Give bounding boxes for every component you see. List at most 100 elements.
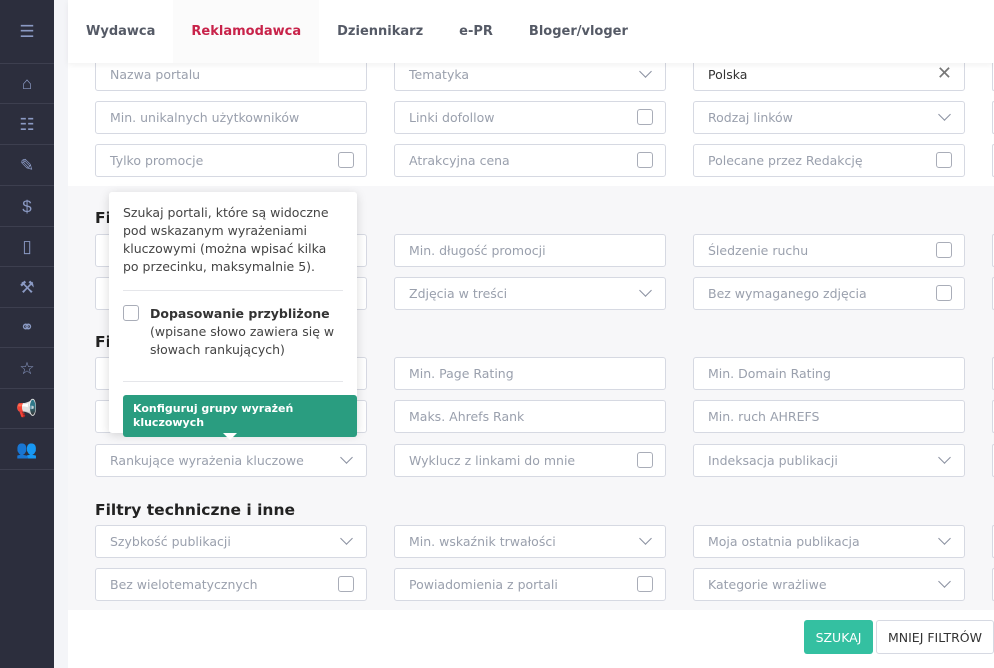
field-placeholder: Tematyka bbox=[409, 67, 470, 82]
home-nav[interactable]: ⌂ bbox=[0, 64, 54, 104]
checkbox[interactable] bbox=[637, 576, 653, 592]
clipboard-nav[interactable]: ▯ bbox=[0, 227, 54, 267]
filter-field[interactable]: Atrakcyjna cena bbox=[394, 144, 666, 177]
edit-nav[interactable]: ✎ bbox=[0, 146, 54, 186]
chevron-down-icon bbox=[639, 65, 652, 78]
field-placeholder: Polecane przez Redakcję bbox=[708, 153, 863, 168]
checkbox[interactable] bbox=[936, 152, 952, 168]
tab-wydawca[interactable]: Wydawca bbox=[68, 0, 173, 63]
filter-field[interactable]: Min. wskaźnik trwałości bbox=[394, 525, 666, 558]
chevron-down-icon bbox=[938, 451, 951, 464]
chevron-down-icon bbox=[639, 284, 652, 297]
filter-field[interactable]: Śledzenie ruchu bbox=[693, 234, 965, 267]
filter-field[interactable]: Bez wymaganego zdjęcia bbox=[693, 277, 965, 310]
field-placeholder: Szybkość publikacji bbox=[110, 534, 231, 549]
filter-field[interactable]: Polecane przez Redakcję bbox=[693, 144, 965, 177]
filter-field[interactable]: Min. ruch AHREFS bbox=[693, 400, 965, 433]
field-value: Polska bbox=[708, 67, 748, 82]
magic-wand-nav[interactable]: ⚒ bbox=[0, 268, 54, 308]
option-title: Dopasowanie przybliżone bbox=[150, 306, 330, 321]
chevron-down-icon bbox=[639, 532, 652, 545]
chevron-down-icon bbox=[938, 575, 951, 588]
option-desc: (wpisane słowo zawiera się w słowach ran… bbox=[150, 324, 335, 357]
field-placeholder: Zdjęcia w treści bbox=[409, 286, 508, 301]
field-placeholder: Śledzenie ruchu bbox=[708, 243, 809, 258]
megaphone-icon: 📢 bbox=[16, 398, 38, 418]
checkbox[interactable] bbox=[637, 109, 653, 125]
field-placeholder: Powiadomienia z portali bbox=[409, 577, 558, 592]
field-placeholder: Min. długość promocji bbox=[409, 243, 546, 258]
keyword-tooltip: Szukaj portali, które są widoczne pod ws… bbox=[109, 192, 357, 440]
menu-icon: ☰ bbox=[19, 21, 35, 41]
field-placeholder: Min. Domain Rating bbox=[708, 366, 831, 381]
field-placeholder: Rodzaj linków bbox=[708, 110, 793, 125]
tab-blogervloger[interactable]: Bloger/vloger bbox=[511, 0, 646, 63]
magic-wand-icon: ⚒ bbox=[19, 277, 35, 297]
filter-field[interactable]: Szybkość publikacji bbox=[95, 525, 367, 558]
filter-field[interactable]: Wyklucz z linkami do mnie bbox=[394, 444, 666, 477]
menu-nav[interactable]: ☰ bbox=[0, 0, 54, 64]
field-placeholder: Min. wskaźnik trwałości bbox=[409, 534, 556, 549]
tabs: Wydawca Reklamodawca Dziennikarz e-PR Bloger… bbox=[68, 0, 994, 63]
checkbox[interactable] bbox=[637, 152, 653, 168]
invoice-nav[interactable]: $ bbox=[0, 187, 54, 227]
checkbox[interactable] bbox=[338, 576, 354, 592]
filter-field[interactable]: Min. unikalnych użytkowników bbox=[95, 101, 367, 134]
filter-field[interactable]: Maks. Ahrefs Rank bbox=[394, 400, 666, 433]
sidebar: ☰ ⌂ ☷ ✎ $ ▯ ⚒ ⚭ ☆ 📢 👥 bbox=[0, 0, 54, 668]
field-placeholder: Nazwa portalu bbox=[110, 67, 201, 82]
filter-field[interactable]: Tylko promocje bbox=[95, 144, 367, 177]
filter-field[interactable]: Kategorie wrażliwe bbox=[693, 568, 965, 601]
checkbox[interactable] bbox=[936, 285, 952, 301]
field-placeholder: Min. Page Rating bbox=[409, 366, 514, 381]
field-placeholder: Min. ruch AHREFS bbox=[708, 409, 820, 424]
search-button[interactable]: SZUKAJ bbox=[804, 620, 873, 654]
chevron-down-icon bbox=[340, 532, 353, 545]
field-placeholder: Min. unikalnych użytkowników bbox=[110, 110, 300, 125]
tab-dziennikarz[interactable]: Dziennikarz bbox=[319, 0, 441, 63]
filter-field[interactable]: Rodzaj linków bbox=[693, 101, 965, 134]
users-icon: 👥 bbox=[16, 439, 38, 459]
field-placeholder: Bez wielotematycznych bbox=[110, 577, 258, 592]
tab-reklamodawca[interactable]: Reklamodawca bbox=[173, 0, 320, 63]
star-icon: ☆ bbox=[19, 358, 35, 378]
checkbox[interactable] bbox=[338, 152, 354, 168]
link-nav[interactable]: ⚭ bbox=[0, 308, 54, 348]
configure-keyword-groups-button[interactable]: Konfiguruj grupy wyrażeń kluczowych bbox=[123, 395, 357, 437]
checkbox[interactable] bbox=[936, 242, 952, 258]
field-placeholder: Rankujące wyrażenia kluczowe bbox=[110, 453, 304, 468]
field-placeholder: Linki dofollow bbox=[409, 110, 495, 125]
clipboard-icon: ▯ bbox=[22, 236, 32, 256]
field-placeholder: Moja ostatnia publikacja bbox=[708, 534, 860, 549]
edit-icon: ✎ bbox=[19, 155, 35, 175]
filter-field[interactable]: Min. Domain Rating bbox=[693, 357, 965, 390]
filter-field[interactable]: Zdjęcia w treści bbox=[394, 277, 666, 310]
users-nav[interactable]: 👥 bbox=[0, 430, 54, 470]
clear-icon[interactable]: ✕ bbox=[937, 63, 952, 84]
main: Wydawca Reklamodawca Dziennikarz e-PR Bloger… bbox=[68, 0, 994, 668]
filter-field[interactable]: Bez wielotematycznych bbox=[95, 568, 367, 601]
filter-field[interactable]: Powiadomienia z portali bbox=[394, 568, 666, 601]
filter-field[interactable]: Moja ostatnia publikacja bbox=[693, 525, 965, 558]
list-icon: ☷ bbox=[19, 114, 35, 134]
megaphone-nav[interactable]: 📢 bbox=[0, 389, 54, 429]
filter-field[interactable]: Rankujące wyrażenia kluczowe bbox=[95, 444, 367, 477]
chevron-down-icon bbox=[938, 532, 951, 545]
fewer-filters-button[interactable]: MNIEJ FILTRÓW bbox=[876, 620, 994, 654]
link-icon: ⚭ bbox=[19, 317, 35, 337]
field-placeholder: Kategorie wrażliwe bbox=[708, 577, 827, 592]
filter-field[interactable]: Linki dofollow bbox=[394, 101, 666, 134]
chevron-down-icon bbox=[938, 108, 951, 121]
filter-field[interactable]: Min. długość promocji bbox=[394, 234, 666, 267]
tab-epr[interactable]: e-PR bbox=[441, 0, 511, 63]
field-placeholder: Tylko promocje bbox=[110, 153, 204, 168]
star-nav[interactable]: ☆ bbox=[0, 349, 54, 389]
checkbox[interactable] bbox=[637, 452, 653, 468]
field-placeholder: Atrakcyjna cena bbox=[409, 153, 510, 168]
filter-field[interactable]: Indeksacja publikacji bbox=[693, 444, 965, 477]
divider bbox=[123, 381, 343, 382]
home-icon: ⌂ bbox=[21, 73, 33, 93]
list-nav[interactable]: ☷ bbox=[0, 105, 54, 145]
filter-field[interactable]: Min. Page Rating bbox=[394, 357, 666, 390]
approximate-match-checkbox[interactable] bbox=[123, 305, 139, 321]
